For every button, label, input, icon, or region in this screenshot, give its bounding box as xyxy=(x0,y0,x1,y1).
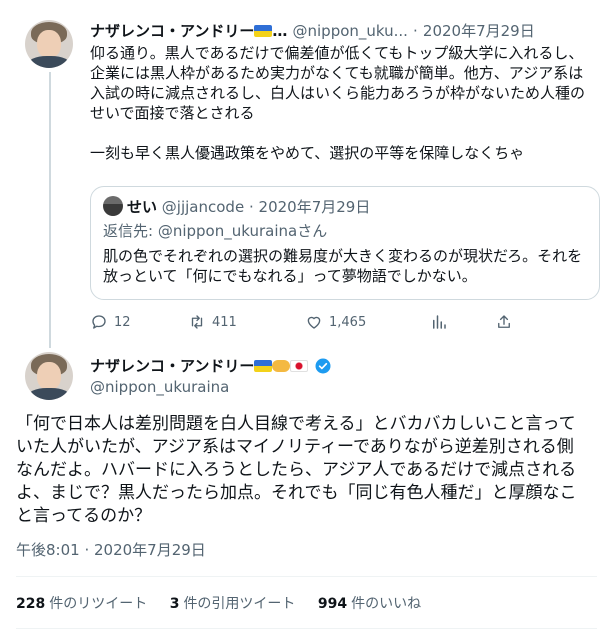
quotes-label: 件の引用ツイート xyxy=(183,596,296,612)
quote-reply-to: 返信先: @nippon_ukurainaさん xyxy=(103,221,587,241)
name-ellipsis: … xyxy=(272,22,288,40)
thread-line xyxy=(49,72,51,348)
text-line: よ、まじで？黒人だったら加点。それでも「同じ有色人種だ」と厚顔なこ xyxy=(16,483,577,503)
text-line: 肌の色でそれぞれの選択の難易度が大きく変わるのが現状だろ。それを xyxy=(103,247,583,265)
text-line: せいで面接で落とされる xyxy=(90,104,255,122)
quote-separator: · xyxy=(248,198,254,216)
retweet-button[interactable]: 411 xyxy=(188,313,237,331)
verified-badge-icon xyxy=(315,358,330,374)
reply-button[interactable]: 12 xyxy=(90,313,131,331)
retweets-value: 228 xyxy=(16,596,46,612)
quotes-stat[interactable]: 3 件の引用ツイート xyxy=(170,596,296,612)
likes-value: 994 xyxy=(317,596,348,612)
main-tweet-text: 「何で日本人は差別問題を白人目線で考える」とバカバカしいこと言って いた人がいた… xyxy=(16,413,606,528)
engagement-stats: 228 件のリツイート 3 件の引用ツイート 994 件のいいね xyxy=(16,593,439,613)
text-line: 「何で日本人は差別問題を白人目線で考える」とバカバカしいこと言って xyxy=(16,414,576,434)
text-line: なんだよ。ハバードに入ろうとしたら、アジア人であるだけで減点される xyxy=(16,460,577,480)
quote-text: 肌の色でそれぞれの選択の難易度が大きく変わるのが現状だろ。それを 放っといて「何… xyxy=(103,246,587,286)
retweets-label: 件のリツイート xyxy=(49,596,148,612)
analytics-icon xyxy=(433,315,446,329)
quoted-tweet[interactable]: せい @jjjancode · 2020年7月29日 返信先: @nippon_… xyxy=(90,186,600,300)
reply-count: 12 xyxy=(114,314,131,330)
reply-to-label: 返信先: xyxy=(103,222,158,240)
like-count: 1,465 xyxy=(329,314,367,330)
handshake-icon xyxy=(272,360,291,372)
tweet-timestamp[interactable]: 午後8:01 · 2020年7月29日 xyxy=(16,539,206,560)
quote-date: 2020年7月29日 xyxy=(258,198,371,216)
ukraine-flag-icon xyxy=(254,25,273,37)
japan-flag-icon xyxy=(290,360,309,372)
divider xyxy=(16,628,597,629)
like-icon xyxy=(307,316,321,329)
author-name[interactable]: ナザレンコ・アンドリー xyxy=(90,22,254,40)
share-icon xyxy=(498,315,510,328)
likes-label: 件のいいね xyxy=(351,596,422,612)
author-row: ナザレンコ・アンドリー xyxy=(90,355,332,376)
separator: · xyxy=(413,22,418,40)
text-line xyxy=(90,123,605,143)
avatar[interactable] xyxy=(25,20,73,68)
reply-to-handle: @nippon_ukurainaさん xyxy=(157,222,328,240)
tweet-header: ナザレンコ・アンドリー … @nippon_uku... · 2020年7月29日 xyxy=(90,20,535,41)
author-handle[interactable]: @nippon_ukuraina xyxy=(90,378,229,396)
analytics-button[interactable] xyxy=(430,313,448,331)
likes-stat[interactable]: 994 件のいいね xyxy=(318,596,421,612)
tweet-actions: 12 411 1,465 xyxy=(90,313,520,333)
quote-author-name: せい xyxy=(127,198,158,216)
author-name[interactable]: ナザレンコ・アンドリー xyxy=(90,357,254,375)
tweet-text: 仰る通り。黒人であるだけで偏差値が低くてもトップ級大学に入れるし、 企業には黒人… xyxy=(90,43,605,163)
quotes-value: 3 xyxy=(169,596,180,612)
text-line: いた人がいたが、アジア系はマイノリティーでありながら逆差別される側 xyxy=(16,437,574,457)
avatar[interactable] xyxy=(25,352,73,400)
text-line: 企業には黒人枠があるため実力がなくても就職が簡単。他方、アジア系は xyxy=(90,64,584,82)
like-button[interactable]: 1,465 xyxy=(305,313,366,331)
reply-icon xyxy=(92,315,106,329)
quote-header: せい @jjjancode · 2020年7月29日 xyxy=(103,196,587,217)
retweet-icon xyxy=(191,315,203,329)
text-line: 一刻も早く黒人優遇政策をやめて、選択の平等を保障しなくちゃ xyxy=(90,144,525,162)
retweets-stat[interactable]: 228 件のリツイート xyxy=(16,596,147,612)
retweet-count: 411 xyxy=(212,314,237,330)
divider xyxy=(16,576,597,577)
tweet-date[interactable]: 2020年7月29日 xyxy=(423,22,535,40)
ukraine-flag-icon xyxy=(254,360,273,372)
quote-handle: @jjjancode xyxy=(161,198,245,216)
text-line: 入試の時に減点されるし、白人はいくら能力あろうが枠がないため人種の xyxy=(90,84,586,102)
quote-avatar xyxy=(103,196,123,216)
author-handle[interactable]: @nippon_uku... xyxy=(293,22,408,40)
text-line: 仰る通り。黒人であるだけで偏差値が低くてもトップ級大学に入れるし、 xyxy=(90,44,584,62)
text-line: 放っといて「何にでもなれる」って夢物語でしかない。 xyxy=(103,267,477,285)
text-line: と言ってるのか？ xyxy=(16,506,152,526)
share-button[interactable] xyxy=(495,313,513,331)
